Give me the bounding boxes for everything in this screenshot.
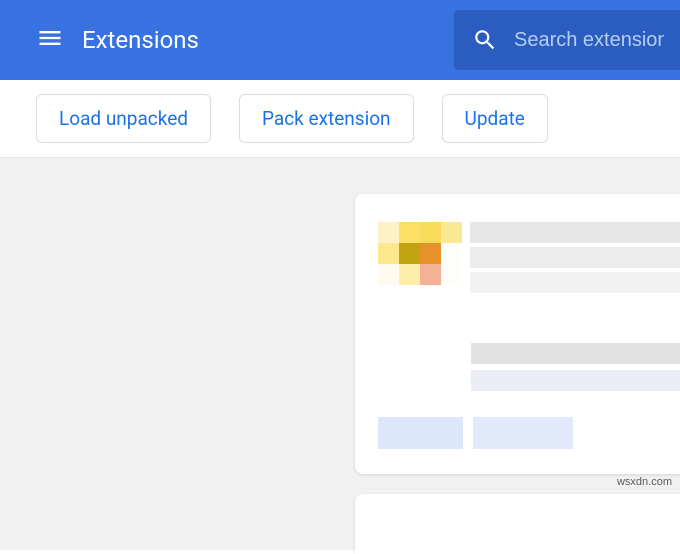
card-header <box>378 222 680 293</box>
blurred-line <box>471 343 680 364</box>
content-area: wsxdn.com <box>0 158 680 550</box>
top-bar: Extensions <box>0 0 680 80</box>
toolbar: Load unpacked Pack extension Update <box>0 80 680 158</box>
blurred-subtitle <box>470 247 680 268</box>
extension-icon <box>378 222 462 293</box>
search-icon <box>472 27 498 53</box>
page-title: Extensions <box>82 26 454 54</box>
card-body <box>378 343 680 391</box>
extension-card <box>355 494 680 554</box>
card-actions <box>378 417 680 449</box>
blurred-action <box>378 417 463 449</box>
blurred-action <box>473 417 573 449</box>
pack-extension-button[interactable]: Pack extension <box>239 94 414 143</box>
search-box[interactable] <box>454 10 680 70</box>
blurred-description <box>470 272 680 293</box>
blurred-line <box>471 370 680 391</box>
extension-info <box>470 222 680 293</box>
hamburger-icon <box>36 24 64 56</box>
load-unpacked-button[interactable]: Load unpacked <box>36 94 211 143</box>
extension-card <box>355 194 680 474</box>
blurred-title <box>470 222 680 243</box>
search-input[interactable] <box>514 29 664 52</box>
update-button[interactable]: Update <box>442 94 548 143</box>
watermark: wsxdn.com <box>617 476 672 488</box>
menu-button[interactable] <box>36 24 64 56</box>
